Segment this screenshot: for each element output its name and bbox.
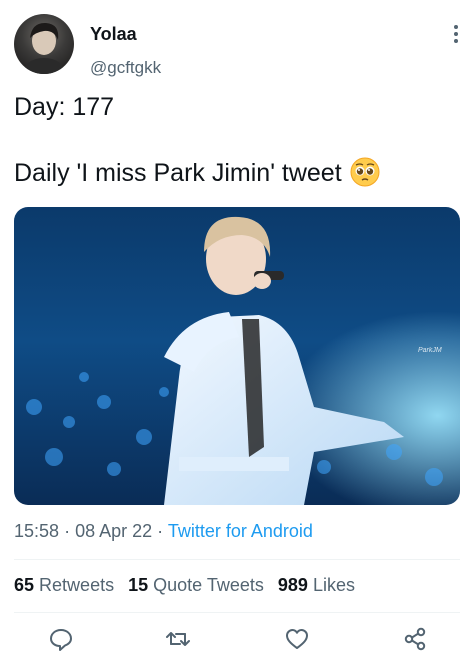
tweet-meta: 15:58 · 08 Apr 22 · Twitter for Android xyxy=(14,521,313,542)
meta-separator: · xyxy=(64,521,71,541)
tweet-date[interactable]: 08 Apr 22 xyxy=(75,521,152,541)
more-options-icon[interactable] xyxy=(448,22,464,46)
tweet-text-line-2: Daily 'I miss Park Jimin' tweet xyxy=(14,157,460,188)
likes-label: Likes xyxy=(312,575,355,595)
tweet-actions-bar xyxy=(14,620,460,656)
quote-tweets-stat[interactable]: 15 Quote Tweets xyxy=(128,575,264,595)
media-watermark: ParkJM xyxy=(418,347,442,354)
like-icon[interactable] xyxy=(284,626,310,652)
divider xyxy=(14,559,460,560)
quote-tweets-count: 15 xyxy=(128,575,149,595)
retweets-stat[interactable]: 65 Retweets xyxy=(14,575,114,595)
author-display-name[interactable]: Yolaa xyxy=(90,24,137,45)
divider xyxy=(14,612,460,613)
tweet-stats: 65 Retweets 15 Quote Tweets 989 Likes xyxy=(14,575,355,596)
tweet-source-link[interactable]: Twitter for Android xyxy=(168,521,313,541)
likes-count: 989 xyxy=(277,575,308,595)
tweet-media-photo[interactable]: ParkJM xyxy=(14,207,460,505)
retweets-count: 65 xyxy=(14,575,35,595)
share-icon[interactable] xyxy=(402,626,428,652)
avatar[interactable] xyxy=(14,14,74,74)
tweet-text-line-2-text: Daily 'I miss Park Jimin' tweet xyxy=(14,159,342,187)
retweets-label: Retweets xyxy=(39,575,115,595)
likes-stat[interactable]: 989 Likes xyxy=(278,575,355,595)
tweet-time[interactable]: 15:58 xyxy=(14,521,59,541)
author-handle[interactable]: @gcftgkk xyxy=(90,58,161,78)
tweet-text-line-1: Day: 177 xyxy=(14,93,115,121)
retweet-icon[interactable] xyxy=(165,626,191,652)
reply-icon[interactable] xyxy=(48,626,74,652)
quote-tweets-label: Quote Tweets xyxy=(153,575,264,595)
pleading-face-emoji-icon xyxy=(350,157,380,187)
meta-separator: · xyxy=(157,521,164,541)
